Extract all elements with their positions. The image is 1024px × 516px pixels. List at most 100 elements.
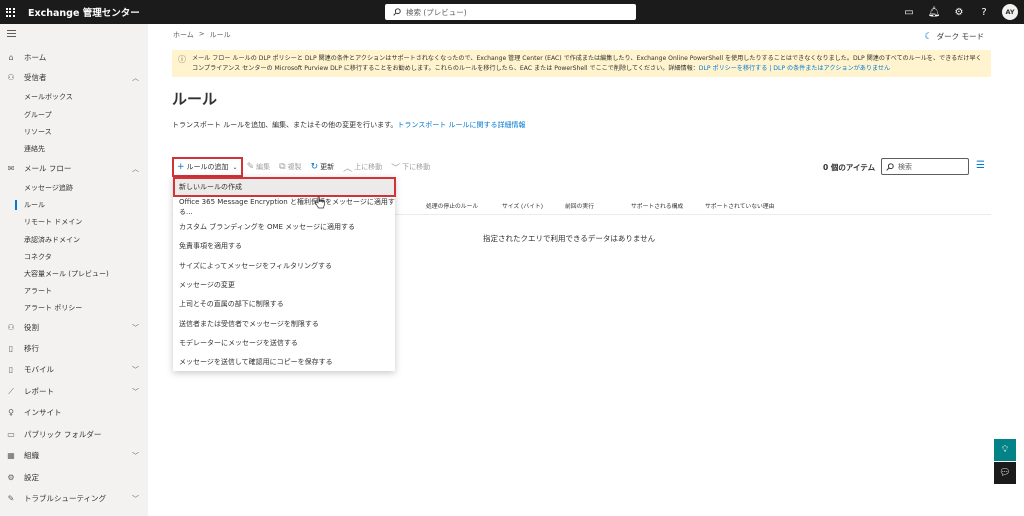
menu-item-send-and-save-copy[interactable]: メッセージを送信して確認用にコピーを保存する: [173, 352, 395, 372]
breadcrumb-current: ルール: [209, 31, 231, 39]
dark-mode-label: ダーク モード: [936, 32, 984, 41]
terminal-icon[interactable]: ▭: [902, 7, 916, 18]
search-icon: [393, 8, 401, 16]
app-launcher-icon[interactable]: [0, 0, 20, 24]
hamburger-menu-icon[interactable]: [7, 30, 16, 37]
menu-item-restrict-managers[interactable]: 上司とその直属の部下に制限する: [173, 294, 395, 314]
sidebar-item-organization[interactable]: ▦ 組織 ﹀: [0, 447, 148, 464]
add-rule-dropdown-menu: 新しいルールの作成 Office 365 Message Encryption …: [173, 177, 396, 372]
dlp-warning-banner: ⓘ メール フロー ルールの DLP ポリシーと DLP 関連の条件とアクション…: [172, 50, 991, 77]
menu-item-apply-encryption[interactable]: Office 365 Message Encryption と権利保護をメッセー…: [173, 197, 395, 217]
sidebar-item-public-folders[interactable]: ▭ パブリック フォルダー: [0, 426, 148, 443]
column-header[interactable]: 前回の実行: [565, 201, 594, 210]
chevron-down-icon: ﹀: [132, 365, 139, 374]
top-bar: Exchange 管理センター 検索 (プレビュー) ▭ 🔔︎ ⚙ ? AY: [0, 0, 1024, 24]
column-header[interactable]: サイズ (バイト): [502, 201, 543, 210]
menu-item-restrict-sender-recipient[interactable]: 送信者または受信者でメッセージを制限する: [173, 314, 395, 334]
copy-button[interactable]: ⧉ 複製: [279, 162, 301, 172]
breadcrumb-home[interactable]: ホーム: [173, 30, 194, 40]
search-icon: [886, 162, 894, 171]
insights-icon: ♀: [8, 408, 14, 417]
global-search-input[interactable]: 検索 (プレビュー): [385, 4, 636, 20]
menu-item-send-to-moderator[interactable]: モデレーターにメッセージを送信する: [173, 333, 395, 353]
command-bar: + ルールの追加 ⌄ ✎ 編集 ⧉ 複製 ↻ 更新 ︿ 上に移動 ﹀ 下に移動: [172, 156, 439, 178]
column-header[interactable]: サポートされる構成: [631, 201, 683, 210]
sidebar: ⌂ ホーム ⚇ 受信者 ︿ メールボックス グループ リソース 連絡先 ✉ メール フロ…: [0, 24, 148, 516]
chevron-up-icon: ︿: [132, 164, 139, 173]
menu-item-custom-branding[interactable]: カスタム ブランディングを OME メッセージに適用する: [173, 217, 395, 237]
bell-icon[interactable]: 🔔︎: [927, 7, 941, 18]
chevron-down-icon: ﹀: [132, 323, 139, 332]
info-icon: ⓘ: [178, 55, 186, 64]
edit-button[interactable]: ✎ 編集: [247, 162, 271, 172]
sidebar-item-message-trace[interactable]: メッセージ追跡: [24, 180, 73, 196]
sidebar-item-insights[interactable]: ♀ インサイト: [0, 404, 148, 421]
app-title[interactable]: Exchange 管理センター: [28, 5, 140, 19]
mobile-icon: ▯: [8, 365, 14, 374]
arrow-down-icon: ﹀: [391, 163, 401, 174]
sidebar-item-troubleshooting[interactable]: ✎ トラブルシューティング ﹀: [0, 490, 148, 507]
sidebar-item-mailboxes[interactable]: メールボックス: [24, 89, 73, 105]
menu-item-modify-messages[interactable]: メッセージの変更: [173, 275, 395, 295]
move-down-button[interactable]: ﹀ 下に移動: [391, 161, 430, 174]
sidebar-item-high-volume-email[interactable]: 大容量メール (プレビュー): [24, 266, 109, 282]
move-up-button[interactable]: ︿ 上に移動: [343, 161, 382, 174]
global-search-placeholder: 検索 (プレビュー): [406, 7, 467, 17]
chevron-up-icon: ︿: [132, 73, 139, 82]
avatar[interactable]: AY: [1002, 4, 1018, 20]
learn-more-link[interactable]: トランスポート ルールに関する詳細情報: [397, 121, 525, 129]
hand-cursor-icon: [315, 196, 325, 209]
sidebar-item-reports[interactable]: ⟋ レポート ﹀: [0, 383, 148, 400]
sidebar-item-alert-policies[interactable]: アラート ポリシー: [24, 300, 82, 316]
sidebar-item-alerts[interactable]: アラート: [24, 283, 52, 299]
refresh-button[interactable]: ↻ 更新: [311, 162, 335, 172]
menu-item-filter-by-size[interactable]: サイズによってメッセージをフィルタリングする: [173, 256, 395, 276]
org-icon: ▦: [7, 451, 15, 460]
sidebar-item-contacts[interactable]: 連絡先: [24, 141, 45, 157]
banner-text: メール フロー ルールの DLP ポリシーと DLP 関連の条件とアクションはサ…: [192, 55, 982, 72]
sidebar-item-remote-domains[interactable]: リモート ドメイン: [24, 214, 82, 230]
plus-icon: +: [177, 162, 185, 172]
sidebar-item-settings[interactable]: ⚙ 設定: [0, 469, 148, 486]
refresh-icon: ↻: [310, 162, 319, 172]
feedback-icon[interactable]: 💬︎: [994, 462, 1016, 484]
sidebar-item-migration[interactable]: ▯ 移行: [0, 340, 148, 357]
empty-state-message: 指定されたクエリで利用できるデータはありません: [483, 234, 656, 243]
moon-icon: ☾: [924, 31, 933, 42]
sidebar-item-mail-flow[interactable]: ✉ メール フロー ︿: [0, 160, 148, 177]
menu-item-apply-disclaimer[interactable]: 免責事項を適用する: [173, 236, 395, 256]
add-rule-button[interactable]: + ルールの追加 ⌄: [172, 157, 243, 177]
sidebar-item-recipients[interactable]: ⚇ 受信者 ︿: [0, 69, 148, 86]
folder-icon: ▭: [7, 430, 15, 439]
column-header[interactable]: 処理の停止のルール: [426, 201, 478, 210]
active-indicator: [15, 200, 17, 210]
filter-icon[interactable]: ☰: [976, 160, 985, 171]
sidebar-item-rules[interactable]: ルール: [24, 197, 45, 213]
missing-dlp-link[interactable]: DLP の条件またはアクションがありません: [773, 65, 890, 72]
chevron-down-icon: ﹀: [132, 494, 139, 503]
sidebar-item-connectors[interactable]: コネクタ: [24, 249, 52, 265]
migrate-dlp-link[interactable]: DLP ポリシーを移行する: [699, 65, 768, 72]
lightbulb-icon[interactable]: 💡︎: [994, 439, 1016, 461]
column-header[interactable]: サポートされていない理由: [705, 201, 774, 210]
person-icon: ⚇: [7, 73, 15, 82]
breadcrumb-separator: >: [198, 30, 205, 38]
breadcrumb: ホーム > ルール: [173, 30, 231, 40]
sidebar-item-groups[interactable]: グループ: [24, 107, 52, 123]
sidebar-item-roles[interactable]: ⚇ 役割 ﹀: [0, 319, 148, 336]
sidebar-item-accepted-domains[interactable]: 承認済みドメイン: [24, 232, 80, 248]
list-search-input[interactable]: 検索: [881, 158, 969, 175]
chevron-down-icon: ⌄: [232, 163, 238, 171]
sidebar-item-mobile[interactable]: ▯ モバイル ﹀: [0, 361, 148, 378]
arrow-up-icon: ︿: [343, 163, 353, 174]
chevron-down-icon: ﹀: [132, 387, 139, 396]
menu-item-create-new-rule[interactable]: 新しいルールの作成: [173, 177, 396, 197]
sidebar-item-home[interactable]: ⌂ ホーム: [0, 49, 148, 66]
gear-icon[interactable]: ⚙: [952, 7, 966, 18]
mail-icon: ✉: [7, 164, 15, 173]
help-icon[interactable]: ?: [977, 7, 991, 18]
list-search-placeholder: 検索: [898, 162, 912, 171]
dark-mode-toggle[interactable]: ☾ ダーク モード: [925, 31, 984, 42]
copy-icon: ⧉: [279, 162, 286, 172]
sidebar-item-resources[interactable]: リソース: [24, 124, 52, 140]
